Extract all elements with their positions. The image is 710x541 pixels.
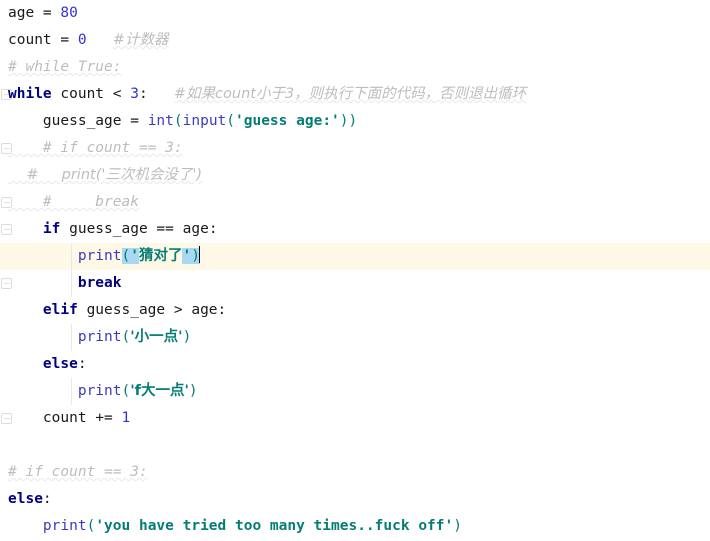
code-token-op: == xyxy=(156,221,183,237)
code-token-kw: else xyxy=(8,491,43,507)
code-token-bi: print xyxy=(42,518,87,534)
indent-guide xyxy=(71,243,72,270)
code-token-selected-str: ' xyxy=(130,248,139,264)
code-line[interactable]: # if count == 3: xyxy=(0,459,710,486)
code-area[interactable]: age = 80 count = 0 #计数器 # while True: while… xyxy=(0,0,710,541)
code-token-plain: guess_age xyxy=(8,113,131,129)
indent-guide xyxy=(71,378,72,405)
code-token-plain: guess_age xyxy=(77,302,174,318)
code-token-kw: while xyxy=(8,86,52,102)
code-token-selected-str: ' xyxy=(182,248,192,264)
code-line[interactable]: # while True: xyxy=(0,54,710,81)
code-token-cmt: #如果count小于3，则执行下面的代码，否则退出循环 xyxy=(173,86,527,102)
code-line[interactable]: break xyxy=(0,270,710,297)
code-token-punc: ) xyxy=(182,329,192,345)
code-token-selected-punc: ( xyxy=(121,248,131,264)
code-line[interactable]: while count < 3: #如果count小于3，则执行下面的代码，否则… xyxy=(0,81,710,108)
code-line[interactable]: print('you have tried too many times..fu… xyxy=(0,513,710,540)
code-token-cmt: # while True: xyxy=(8,59,122,75)
code-line[interactable]: print('猜对了') xyxy=(0,243,710,270)
code-token-num: 1 xyxy=(121,410,131,426)
code-token-cmt: # if count == 3: xyxy=(8,464,148,480)
code-token-cmt: # print('三次机会没了') xyxy=(8,167,202,183)
code-token-op: = xyxy=(130,113,148,129)
code-token-str: 'guess age:' xyxy=(235,113,340,129)
code-line[interactable]: else: xyxy=(0,486,710,513)
code-token-punc: ) xyxy=(453,518,462,534)
code-line[interactable]: print('小一点') xyxy=(0,324,710,351)
code-token-punc: ( xyxy=(121,329,131,345)
code-token-punc: ( xyxy=(173,113,183,129)
code-token-punc: ( xyxy=(226,113,236,129)
code-line[interactable]: count = 0 #计数器 xyxy=(0,27,710,54)
code-token-bi: print xyxy=(77,329,122,345)
code-token-str: 'f大一点' xyxy=(130,383,189,399)
code-line[interactable]: # if count == 3: xyxy=(0,135,710,162)
code-token-str: 'you have tried too many times..fuck off… xyxy=(95,518,454,534)
code-token-cmt: #计数器 xyxy=(112,32,169,48)
code-token-num: 0 xyxy=(77,32,87,48)
code-token-cmt: # break xyxy=(8,194,139,210)
code-token-punc: ( xyxy=(86,518,96,534)
code-token-num: 80 xyxy=(60,5,78,21)
code-line[interactable]: count += 1 xyxy=(0,405,710,432)
code-line[interactable]: age = 80 xyxy=(0,0,710,27)
code-token-bi: print xyxy=(77,248,122,264)
code-token-plain: count xyxy=(8,32,61,48)
code-token-op: = xyxy=(60,32,78,48)
code-token-kw: if xyxy=(42,221,61,237)
code-token-plain: age: xyxy=(191,302,227,318)
code-token-punc: ( xyxy=(121,383,131,399)
code-line[interactable]: # break xyxy=(0,189,710,216)
text-caret xyxy=(198,246,200,263)
code-token-bi: print xyxy=(77,383,122,399)
code-line[interactable]: elif guess_age > age: xyxy=(0,297,710,324)
code-token-kw: else xyxy=(42,356,78,372)
code-token-op: < xyxy=(112,86,131,102)
code-token-plain: count xyxy=(51,86,113,102)
code-token-punc: )) xyxy=(339,113,358,129)
code-line[interactable]: guess_age = int(input('guess age:')) xyxy=(0,108,710,135)
code-token-punc: ) xyxy=(188,383,198,399)
code-token-op: = xyxy=(42,5,61,21)
indent-guide xyxy=(71,270,72,297)
code-line[interactable]: print('f大一点') xyxy=(0,378,710,405)
code-token-kw: elif xyxy=(42,302,78,318)
indent-guide xyxy=(71,324,72,351)
code-token-bi: input xyxy=(182,113,227,129)
code-token-op: > xyxy=(173,302,192,318)
code-token-plain: age xyxy=(8,5,43,21)
code-token-num: 3 xyxy=(130,86,139,102)
code-token-str: '小一点' xyxy=(130,329,183,345)
code-line[interactable]: if guess_age == age: xyxy=(0,216,710,243)
code-token-plain: count xyxy=(8,410,96,426)
code-token-plain: : xyxy=(42,491,52,507)
code-token-plain: guess_age xyxy=(60,221,157,237)
code-token-plain: : xyxy=(77,356,87,372)
code-token-cmt: # if count == 3: xyxy=(8,140,183,156)
code-editor[interactable]: age = 80 count = 0 #计数器 # while True: while… xyxy=(0,0,710,541)
code-token-str: 猜对了 xyxy=(138,248,183,264)
code-token-plain: : xyxy=(138,86,174,102)
code-token-op: += xyxy=(95,410,122,426)
code-token-plain: age: xyxy=(182,221,218,237)
code-line[interactable]: else: xyxy=(0,351,710,378)
code-line[interactable] xyxy=(0,432,710,459)
code-token-bi: int xyxy=(147,113,174,129)
code-token-kw: break xyxy=(77,275,122,291)
code-line[interactable]: # print('三次机会没了') xyxy=(0,162,710,189)
